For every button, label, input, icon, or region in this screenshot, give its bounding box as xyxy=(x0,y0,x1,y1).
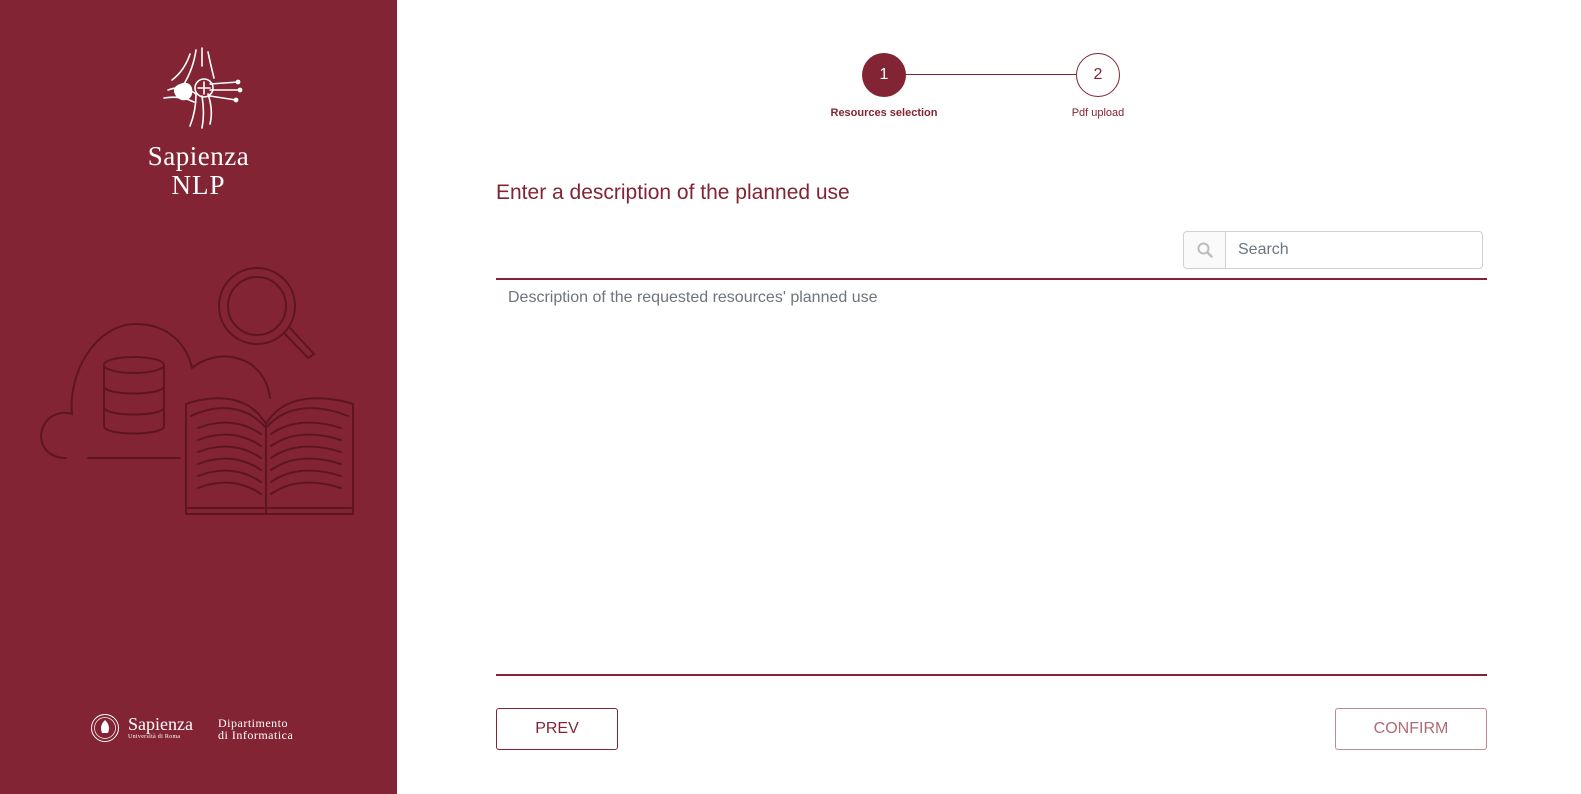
footer-sapienza-wordmark: Sapienza Università di Roma xyxy=(128,715,193,742)
sidebar: Sapienza NLP Sapienza Università di Roma… xyxy=(0,0,397,794)
step-1-circle[interactable]: 1 xyxy=(862,53,906,97)
step-2-circle[interactable]: 2 xyxy=(1076,53,1120,97)
step-connector xyxy=(906,74,1076,75)
stepper: 1 2 Resources selection Pdf upload xyxy=(820,52,1130,132)
footer-logos: Sapienza Università di Roma Dipartimento… xyxy=(90,710,320,750)
page-title: Enter a description of the planned use xyxy=(496,181,850,204)
prev-button[interactable]: PREV xyxy=(496,708,618,750)
search-box xyxy=(1183,231,1483,269)
footer-sapienza-name: Sapienza xyxy=(128,714,193,734)
search-input[interactable] xyxy=(1226,232,1482,268)
brand-line-2: NLP xyxy=(171,170,226,200)
description-container xyxy=(496,278,1487,676)
sapienza-nlp-logo-icon xyxy=(163,47,243,129)
footer-dept-line-2: di Informatica xyxy=(218,728,294,742)
cloud-database-book-illustration xyxy=(40,267,354,515)
sapienza-seal-icon xyxy=(91,714,119,742)
brand-line-1: Sapienza xyxy=(147,141,250,171)
description-textarea[interactable] xyxy=(496,280,1487,674)
footer-university-name: Università di Roma xyxy=(128,734,181,740)
footer-department: Dipartimento di Informatica xyxy=(218,717,293,741)
step-1-label: Resources selection xyxy=(830,107,938,119)
brand-name: Sapienza NLP xyxy=(0,142,397,200)
search-icon xyxy=(1184,232,1226,268)
step-2-label: Pdf upload xyxy=(1071,107,1125,119)
confirm-button[interactable]: CONFIRM xyxy=(1335,708,1487,750)
